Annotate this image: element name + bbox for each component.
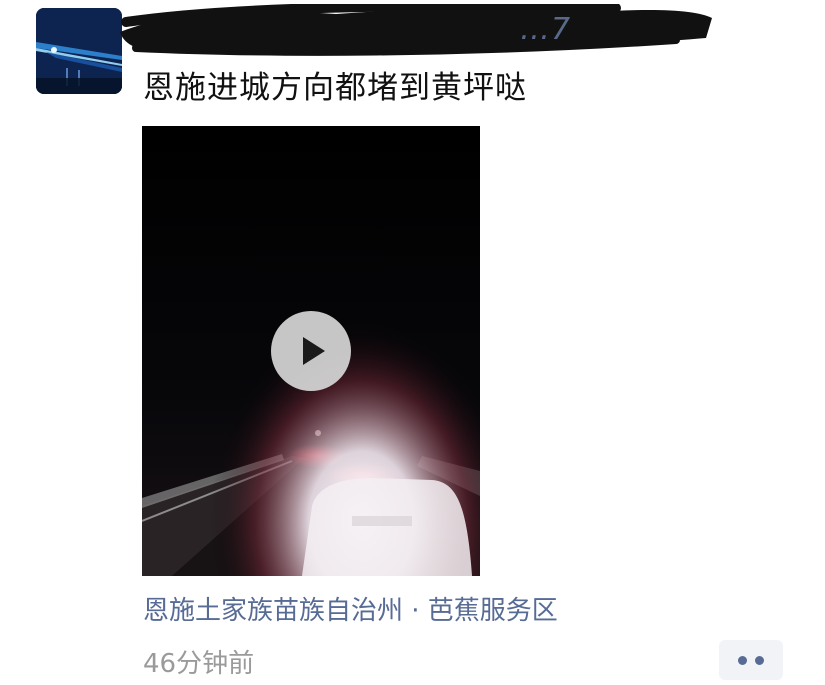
more-button[interactable] — [719, 640, 783, 680]
author-name-fragment[interactable]: …7 — [520, 12, 571, 47]
timestamp: 46分钟前 — [143, 649, 255, 679]
play-icon — [303, 337, 325, 365]
author-name-redacted — [116, 4, 716, 56]
avatar-image — [36, 8, 122, 94]
more-dots-icon — [755, 656, 764, 665]
moments-post: …7 恩施进城方向都堵到黄坪哒 恩施土家族苗族自治州 · 芭蕉服务区 46分钟前 — [0, 0, 825, 685]
location-link[interactable]: 恩施土家族苗族自治州 · 芭蕉服务区 — [143, 590, 558, 627]
post-text: 恩施进城方向都堵到黄坪哒 — [143, 70, 527, 106]
play-button[interactable] — [271, 311, 351, 391]
more-dots-icon — [738, 656, 747, 665]
video-thumbnail[interactable] — [142, 126, 480, 576]
avatar[interactable] — [36, 8, 122, 94]
